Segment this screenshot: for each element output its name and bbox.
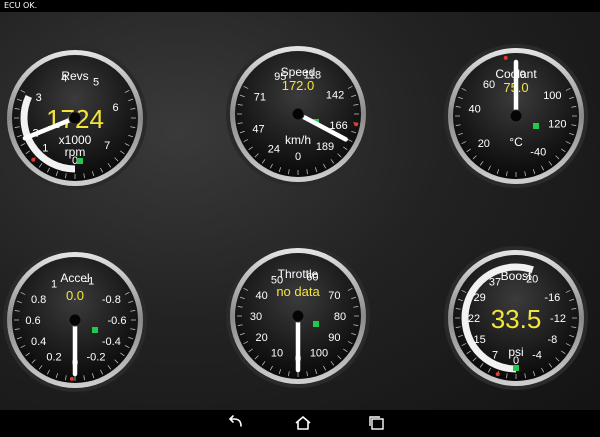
redline-marker xyxy=(31,157,36,162)
tick-label: 80 xyxy=(334,311,346,323)
tick-label: 6 xyxy=(113,102,119,114)
needle-hub xyxy=(291,309,305,323)
tick-label: 24 xyxy=(268,143,280,155)
gauge-boost[interactable]: 0715222937 -20-16-12-8-4Boost33.5psi xyxy=(444,246,588,390)
gauge-unit: rpm xyxy=(65,145,86,159)
tick-label: 10 xyxy=(271,347,283,359)
tick-label: 0.8 xyxy=(31,294,46,306)
gauge-value: no data xyxy=(276,284,320,299)
back-icon[interactable] xyxy=(225,414,247,432)
tick-label: -16 xyxy=(544,292,560,304)
gauge-speed[interactable]: 024477195 118142166189Speed172.0km/h xyxy=(226,42,370,186)
status-indicator xyxy=(533,123,539,129)
tick-label: 100 xyxy=(310,347,328,359)
tick-label: 7 xyxy=(492,349,498,361)
tick-label: 189 xyxy=(316,141,334,153)
gauge-value: 0.0 xyxy=(66,288,84,303)
tick-label: 20 xyxy=(256,332,268,344)
navigation-bar xyxy=(0,410,600,437)
gauge-name: Accel xyxy=(60,271,89,285)
tick-label: -4 xyxy=(532,349,542,361)
tick-label: 15 xyxy=(474,334,486,346)
tick-label: 0.2 xyxy=(46,351,61,363)
gauge-unit: km/h xyxy=(285,133,311,147)
tick-label: 71 xyxy=(254,91,266,103)
gauge-name: Boost xyxy=(501,269,532,283)
tick-label: -0.8 xyxy=(102,294,121,306)
tick-label: 100 xyxy=(543,90,561,102)
status-bar: ECU OK. xyxy=(0,0,600,12)
gauge-name: Revs xyxy=(61,69,88,83)
tick-label: -0.6 xyxy=(108,315,127,327)
redline-marker xyxy=(354,122,359,127)
tick-label: 142 xyxy=(326,89,344,101)
gauge-value: 172.0 xyxy=(282,78,315,93)
gauge-revs[interactable]: 01234567Revs1724x1000rpm xyxy=(3,46,147,190)
redline-marker xyxy=(503,55,508,60)
tick-label: 0 xyxy=(295,151,301,163)
tick-label: -12 xyxy=(550,313,566,325)
tick-label: 60 xyxy=(483,79,495,91)
tick-label: 1 xyxy=(42,143,48,155)
gauge-name: Throttle xyxy=(278,267,319,281)
tick-label: -8 xyxy=(547,334,557,346)
tick-label: 120 xyxy=(548,118,566,130)
tick-label: 47 xyxy=(252,123,264,135)
status-indicator xyxy=(92,327,98,333)
tick-label: 1 xyxy=(51,279,57,291)
tick-label: 20 xyxy=(478,138,490,150)
redline-marker xyxy=(495,372,500,377)
tick-label: -0.2 xyxy=(87,351,106,363)
tick-label: 40 xyxy=(256,290,268,302)
tick-label: 40 xyxy=(469,104,481,116)
status-indicator xyxy=(313,321,319,327)
gauge-accel[interactable]: 00.20.40.60.81-1-0.8-0.6-0.4-0.2Accel0.0 xyxy=(3,248,147,392)
tick-label: 7 xyxy=(104,140,110,152)
tick-label: 29 xyxy=(474,292,486,304)
recents-icon[interactable] xyxy=(366,414,388,432)
tick-label: 3 xyxy=(36,92,42,104)
tick-label: 90 xyxy=(328,332,340,344)
needle-hub xyxy=(68,313,82,327)
gauge-name: Speed xyxy=(281,65,316,79)
tick-label: 70 xyxy=(328,290,340,302)
gauge-throttle[interactable]: 0102030405060708090100Throttleno data xyxy=(226,244,370,388)
tick-label: 0.4 xyxy=(31,336,46,348)
gauge-unit: °C xyxy=(509,135,523,149)
tick-label: -40 xyxy=(530,147,546,159)
gauge-unit: psi xyxy=(508,345,523,359)
needle-hub xyxy=(68,111,82,125)
needle-hub xyxy=(291,107,305,121)
tick-label: 22 xyxy=(468,313,480,325)
home-icon[interactable] xyxy=(292,414,314,432)
status-text: ECU OK. xyxy=(4,1,38,10)
redline-marker xyxy=(69,376,74,381)
tick-label: 30 xyxy=(250,311,262,323)
tick-label: 0.6 xyxy=(25,315,40,327)
gauge-value: 33.5 xyxy=(491,304,542,334)
gauge-dashboard: 01234567Revs1724x1000rpm0244771951181421… xyxy=(3,42,588,392)
gauge-coolant[interactable]: -4012010080604020Coolant75.0°C xyxy=(444,44,588,188)
tick-label: 5 xyxy=(93,77,99,89)
needle-hub xyxy=(509,109,523,123)
status-indicator xyxy=(77,158,83,164)
tick-label: 37 xyxy=(489,277,501,289)
tick-label: -0.4 xyxy=(102,336,121,348)
status-indicator xyxy=(513,365,519,371)
